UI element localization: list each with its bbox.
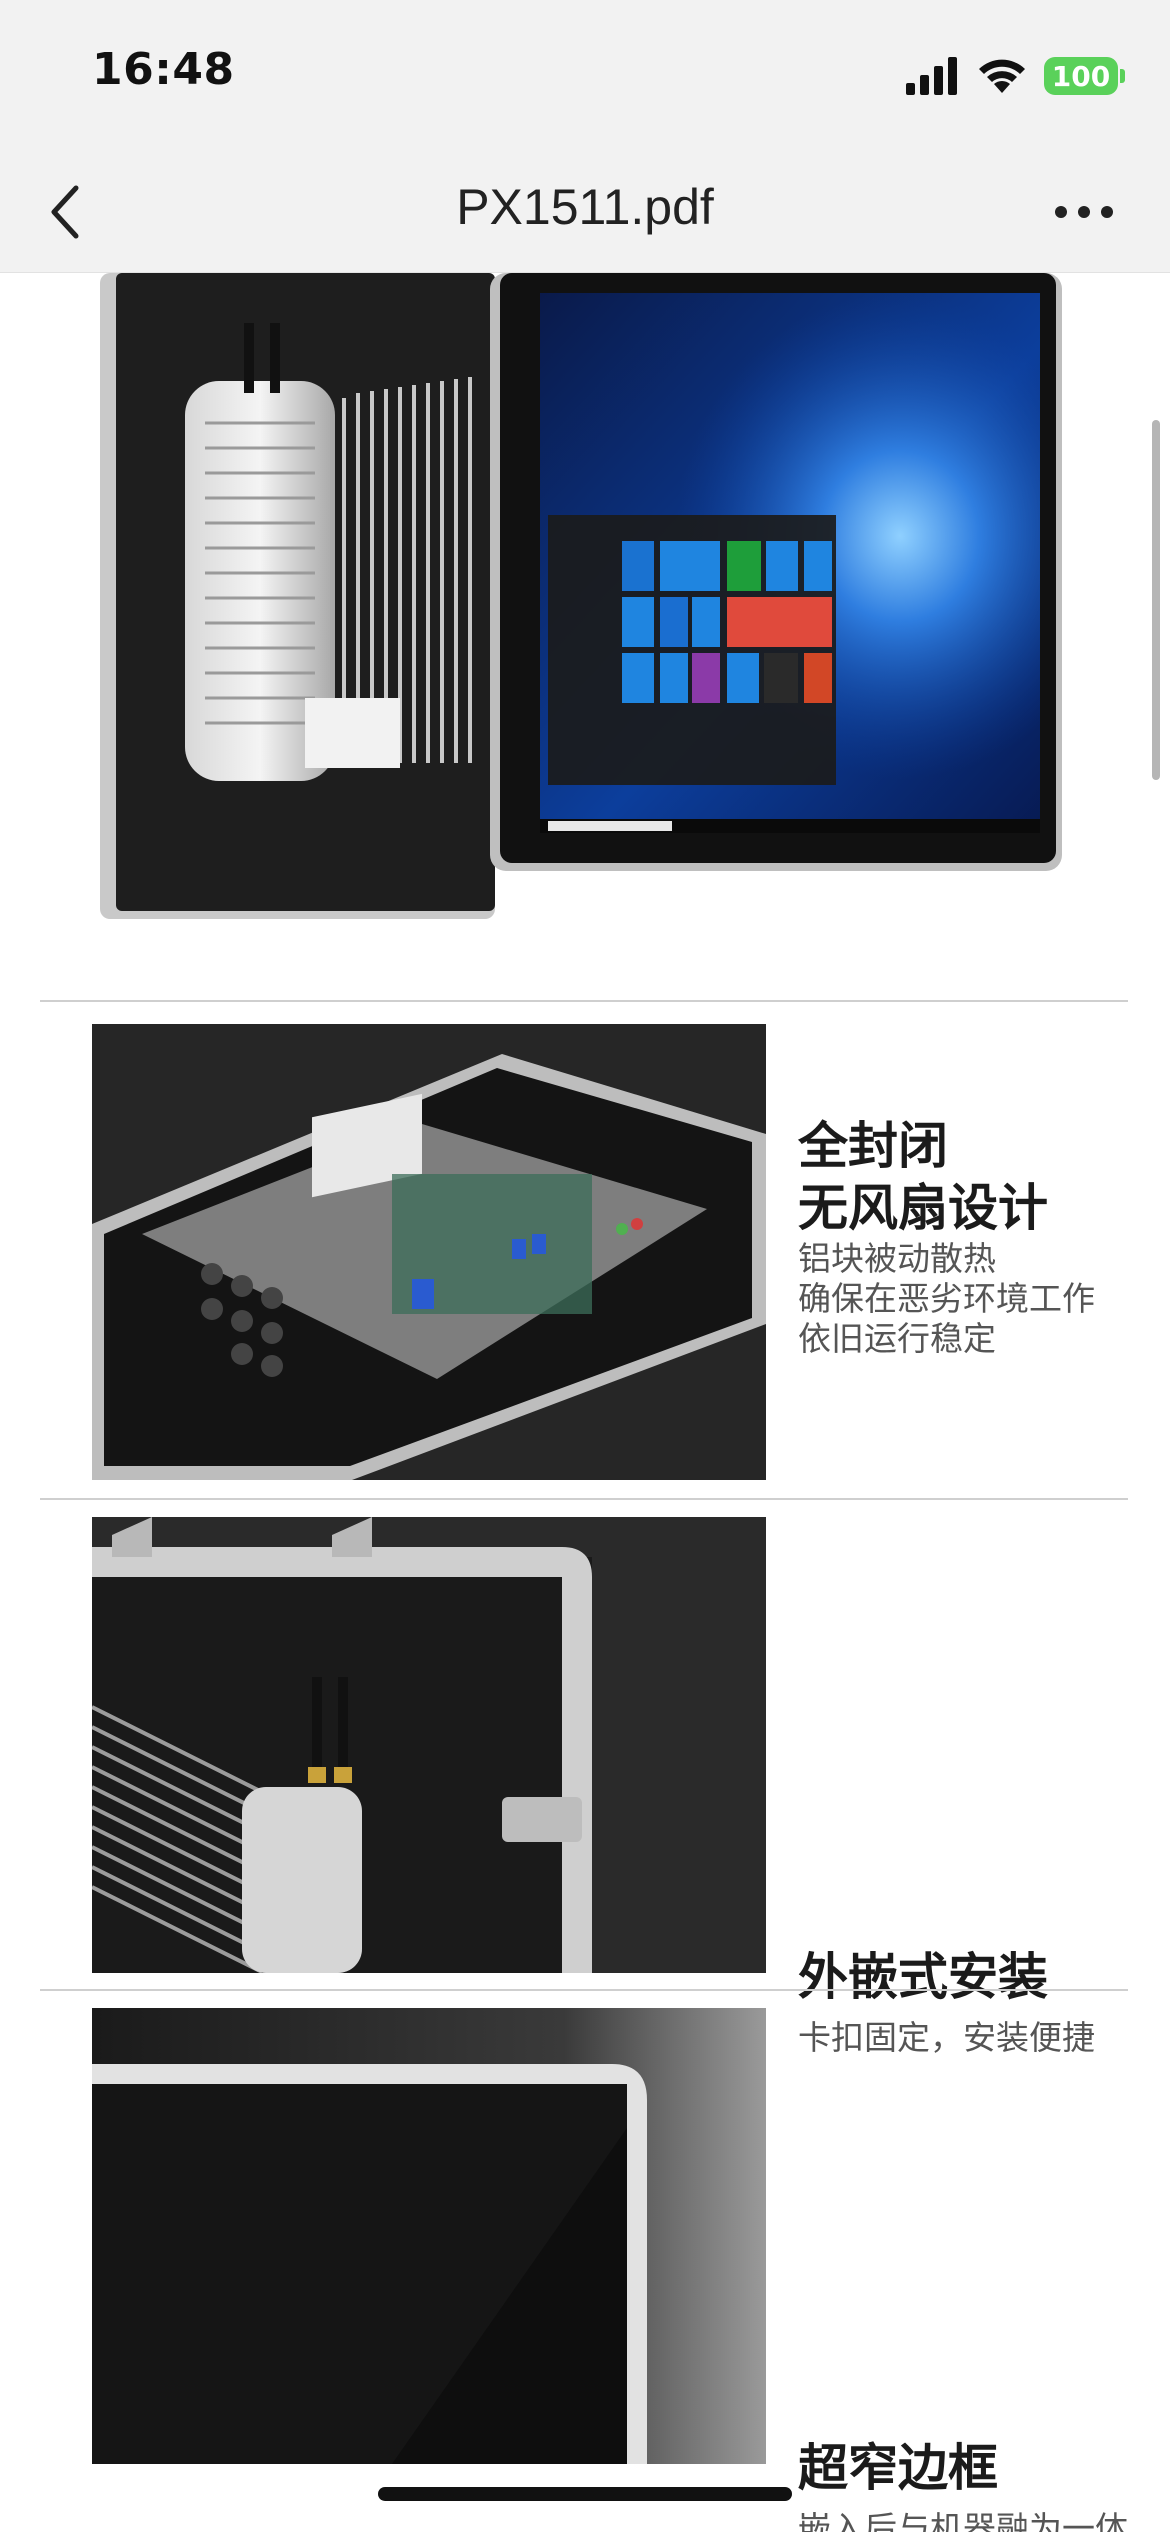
feature-title: 全封闭 无风扇设计 [798,1115,1048,1239]
status-icons: 100 [906,52,1125,100]
hero-product-image [100,273,1062,919]
section-divider [40,1989,1128,1991]
embedded-mount-image [92,1517,766,1973]
feature-title-line: 外嵌式安装 [798,1948,1048,2006]
battery-level: 100 [1051,59,1111,93]
section-divider [40,1498,1128,1500]
scroll-indicator[interactable] [1152,420,1160,780]
feature-description-line: 确保在恶劣环境工作 [798,1279,1095,1318]
home-indicator[interactable] [378,2487,792,2501]
feature-title-line: 超窄边框 [798,2439,998,2497]
document-title: PX1511.pdf [456,179,714,235]
feature-title-line: 全封闭 [798,1117,948,1175]
narrow-bezel-image [92,2008,766,2464]
feature-description-line: 卡扣固定，安装便捷 [798,2018,1095,2057]
cellular-signal-icon [906,57,957,95]
feature-description: 卡扣固定，安装便捷 [798,2018,1095,2058]
feature-title: 超窄边框 [798,2437,998,2499]
wifi-icon [979,59,1025,93]
fanless-design-image [92,1024,766,1480]
ellipsis-icon[interactable] [1054,205,1114,219]
feature-description-line: 依旧运行稳定 [798,1319,996,1358]
feature-title-line: 无风扇设计 [798,1179,1048,1237]
feature-description: 嵌入后与机器融为一体 [798,2509,1128,2532]
feature-description-line: 嵌入后与机器融为一体 [798,2509,1128,2532]
pdf-viewer-screen: 16:48 100 PX1511.pdf 全封闭 无风扇设计 铝块被动散热 确保… [0,0,1170,2532]
status-bar: 16:48 100 [0,0,1170,150]
feature-title: 外嵌式安装 [798,1946,1048,2008]
nav-bar: PX1511.pdf [0,150,1170,273]
pdf-page-content[interactable]: 全封闭 无风扇设计 铝块被动散热 确保在恶劣环境工作 依旧运行稳定 外嵌式安装 … [0,273,1170,2532]
section-divider [40,1000,1128,1002]
feature-description-line: 铝块被动散热 [798,1239,996,1278]
feature-description: 铝块被动散热 确保在恶劣环境工作 依旧运行稳定 [798,1239,1095,1359]
battery-icon: 100 [1044,57,1125,95]
status-time: 16:48 [92,44,235,95]
